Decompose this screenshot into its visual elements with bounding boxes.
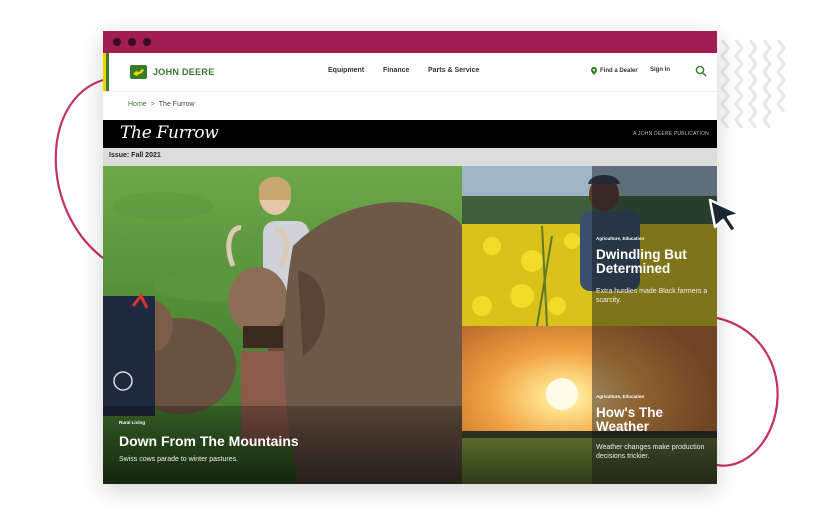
breadcrumb: Home > The Furrow <box>128 101 195 108</box>
story-category: Agriculture, Education <box>596 394 645 399</box>
site-header: JOHN DEERE Equipment Finance Parts & Ser… <box>103 53 717 92</box>
breadcrumb-home[interactable]: Home <box>128 101 147 108</box>
story-card-main[interactable]: Rural Living Down From The Mountains Swi… <box>103 166 462 484</box>
story-headline[interactable]: Down From The Mountains <box>119 434 299 449</box>
decor-loop-right <box>716 316 779 467</box>
furrow-title[interactable]: The Furrow <box>120 123 219 143</box>
nav-parts-service[interactable]: Parts & Service <box>428 67 479 74</box>
story-card-bottom[interactable]: Agriculture, Education How's The Weather… <box>462 326 717 484</box>
breadcrumb-current: The Furrow <box>158 101 195 108</box>
breadcrumb-separator: > <box>150 101 155 108</box>
sign-in-link[interactable]: Sign In <box>650 67 670 73</box>
window-titlebar <box>103 31 717 53</box>
story-category: Rural Living <box>119 420 146 425</box>
find-dealer-link[interactable]: Find a Dealer <box>591 67 638 75</box>
john-deere-logo[interactable]: JOHN DEERE <box>130 64 215 80</box>
story-headline[interactable]: How's The Weather <box>596 405 714 434</box>
issue-label: Issue: Fall 2021 <box>109 152 161 159</box>
nav-equipment[interactable]: Equipment <box>328 67 364 74</box>
nav-finance[interactable]: Finance <box>383 67 409 74</box>
header-accent-green <box>106 53 109 91</box>
find-dealer-label: Find a Dealer <box>600 68 638 74</box>
story-summary: Weather changes make production decision… <box>596 444 705 460</box>
location-pin-icon <box>591 67 597 75</box>
brand-name: JOHN DEERE <box>153 67 215 77</box>
decor-loop-left <box>54 78 104 259</box>
story-summary: Swiss cows parade to winter pastures. <box>119 456 239 463</box>
story-headline[interactable]: Dwindling But Determined <box>596 247 714 276</box>
furrow-masthead: The Furrow A JOHN DEERE PUBLICATION <box>103 120 717 148</box>
window-maximize-dot[interactable] <box>143 38 151 46</box>
issue-strip: Issue: Fall 2021 <box>103 148 717 166</box>
browser-window: JOHN DEERE Equipment Finance Parts & Ser… <box>103 31 717 484</box>
window-close-dot[interactable] <box>113 38 121 46</box>
window-minimize-dot[interactable] <box>128 38 136 46</box>
story-summary: Extra hurdles made Black farmers a scarc… <box>596 288 708 304</box>
search-icon[interactable] <box>695 65 707 77</box>
deer-logo-icon <box>130 65 147 79</box>
mouse-cursor-icon <box>708 198 742 234</box>
story-card-top[interactable]: Agriculture, Education Dwindling But Det… <box>462 166 717 326</box>
decor-zigzag <box>720 39 786 129</box>
story-category: Agriculture, Education <box>596 236 645 241</box>
furrow-tagline: A JOHN DEERE PUBLICATION <box>633 131 709 137</box>
